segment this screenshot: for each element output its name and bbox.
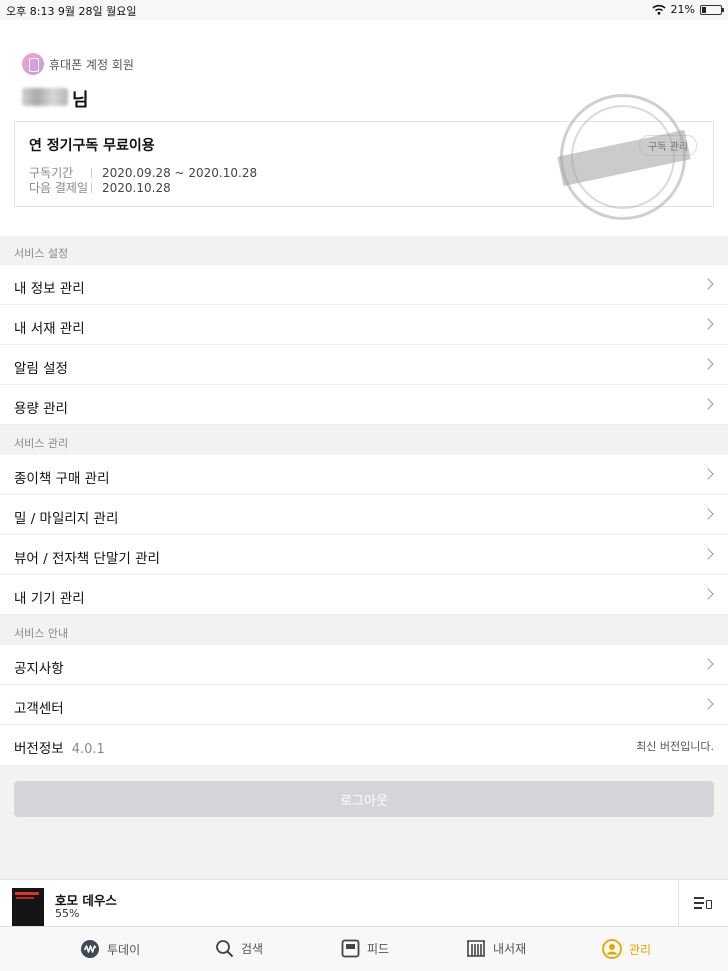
menu-item-label: 용량 관리 bbox=[14, 401, 68, 417]
chevron-right-icon bbox=[702, 508, 714, 520]
account-type-label: 휴대폰 계정 회원 bbox=[49, 58, 134, 72]
reading-queue-button[interactable] bbox=[678, 880, 728, 927]
status-time-date: 오후 8:13 9월 28일 월요일 bbox=[6, 5, 137, 18]
menu-item-my-library[interactable]: 내 서재 관리 bbox=[0, 305, 728, 345]
tab-feed[interactable]: 피드 bbox=[341, 939, 389, 958]
tab-manage[interactable]: 관리 bbox=[602, 939, 651, 959]
feed-icon bbox=[341, 939, 360, 958]
menu-item-storage[interactable]: 용량 관리 bbox=[0, 385, 728, 425]
chevron-right-icon bbox=[702, 468, 714, 480]
tab-label: 피드 bbox=[367, 942, 390, 956]
phone-account-icon bbox=[22, 53, 44, 75]
search-icon bbox=[216, 940, 234, 958]
bottom-tab-bar: 투데이 검색 피드 내서재 관리 bbox=[0, 926, 728, 971]
menu-item-label: 공지사항 bbox=[14, 661, 64, 677]
subscription-period-value: 2020.09.28 ~ 2020.10.28 bbox=[102, 166, 258, 180]
version-label: 버전정보 bbox=[14, 741, 64, 757]
menu-item-paper-book-purchases[interactable]: 종이책 구매 관리 bbox=[0, 455, 728, 495]
profile-section: 휴대폰 계정 회원 님 연 정기구독 무료이용 구독기간 2020.09.28 ~… bbox=[0, 20, 728, 236]
subscription-title: 연 정기구독 무료이용 bbox=[29, 138, 155, 154]
tab-label: 내서재 bbox=[493, 942, 527, 956]
menu-item-mileage[interactable]: 밀 / 마일리지 관리 bbox=[0, 495, 728, 535]
menu-item-my-info[interactable]: 내 정보 관리 bbox=[0, 265, 728, 305]
tab-my-library[interactable]: 내서재 bbox=[466, 939, 526, 958]
next-payment-label: 다음 결제일 bbox=[29, 181, 89, 195]
username-redacted bbox=[22, 88, 68, 106]
status-bar: 오후 8:13 9월 28일 월요일 21% bbox=[0, 0, 728, 20]
version-info-label: 버전정보 4.0.1 bbox=[14, 737, 105, 757]
section-header-service-settings: 서비스 설정 bbox=[0, 236, 728, 266]
section-header-service-info: 서비스 안내 bbox=[0, 616, 728, 646]
menu-item-label: 밀 / 마일리지 관리 bbox=[14, 511, 119, 527]
version-status-note: 최신 버전입니다. bbox=[636, 740, 714, 753]
person-icon bbox=[602, 939, 622, 959]
menu-item-customer-center[interactable]: 고객센터 bbox=[0, 685, 728, 725]
today-wave-icon bbox=[81, 940, 99, 958]
chevron-right-icon bbox=[702, 398, 714, 410]
watermark-stamp bbox=[557, 94, 691, 220]
chevron-right-icon bbox=[702, 658, 714, 670]
menu-item-notices[interactable]: 공지사항 bbox=[0, 645, 728, 685]
reading-list-icon bbox=[694, 896, 712, 910]
logout-button[interactable]: 로그아웃 bbox=[14, 781, 714, 817]
battery-percent: 21% bbox=[670, 3, 695, 16]
book-cover-thumbnail[interactable] bbox=[12, 888, 44, 926]
menu-item-viewer-devices[interactable]: 뷰어 / 전자책 단말기 관리 bbox=[0, 535, 728, 575]
wifi-icon bbox=[652, 4, 666, 15]
battery-icon bbox=[700, 4, 724, 15]
tab-label: 검색 bbox=[241, 942, 264, 956]
menu-item-label: 고객센터 bbox=[14, 701, 64, 717]
version-info-row: 버전정보 4.0.1 최신 버전입니다. bbox=[0, 725, 728, 765]
status-indicators: 21% bbox=[652, 3, 724, 16]
menu-item-label: 뷰어 / 전자책 단말기 관리 bbox=[14, 551, 160, 567]
chevron-right-icon bbox=[702, 318, 714, 330]
chevron-right-icon bbox=[702, 358, 714, 370]
chevron-right-icon bbox=[702, 588, 714, 600]
username-honorific: 님 bbox=[72, 90, 89, 111]
menu-item-label: 종이책 구매 관리 bbox=[14, 471, 110, 487]
version-number: 4.0.1 bbox=[71, 742, 105, 757]
menu-item-my-devices[interactable]: 내 기기 관리 bbox=[0, 575, 728, 615]
menu-item-label: 내 서재 관리 bbox=[14, 321, 85, 337]
tab-label: 투데이 bbox=[107, 942, 141, 957]
tab-label: 관리 bbox=[629, 942, 652, 957]
book-progress: 55% bbox=[55, 907, 80, 920]
section-header-service-management: 서비스 관리 bbox=[0, 426, 728, 456]
logout-area: 로그아웃 bbox=[0, 767, 728, 879]
chevron-right-icon bbox=[702, 548, 714, 560]
menu-item-label: 내 정보 관리 bbox=[14, 281, 85, 297]
tab-search[interactable]: 검색 bbox=[215, 939, 263, 958]
next-payment-row: 다음 결제일 2020.10.28 bbox=[29, 179, 171, 196]
chevron-right-icon bbox=[702, 698, 714, 710]
now-reading-bar[interactable]: 호모 데우스 55% bbox=[0, 879, 728, 927]
bookshelf-icon bbox=[467, 940, 485, 957]
chevron-right-icon bbox=[702, 278, 714, 290]
menu-item-label: 알림 설정 bbox=[14, 361, 68, 377]
tab-today[interactable]: 투데이 bbox=[80, 939, 140, 959]
menu-item-notifications[interactable]: 알림 설정 bbox=[0, 345, 728, 385]
next-payment-value: 2020.10.28 bbox=[102, 181, 171, 195]
menu-item-label: 내 기기 관리 bbox=[14, 591, 85, 607]
